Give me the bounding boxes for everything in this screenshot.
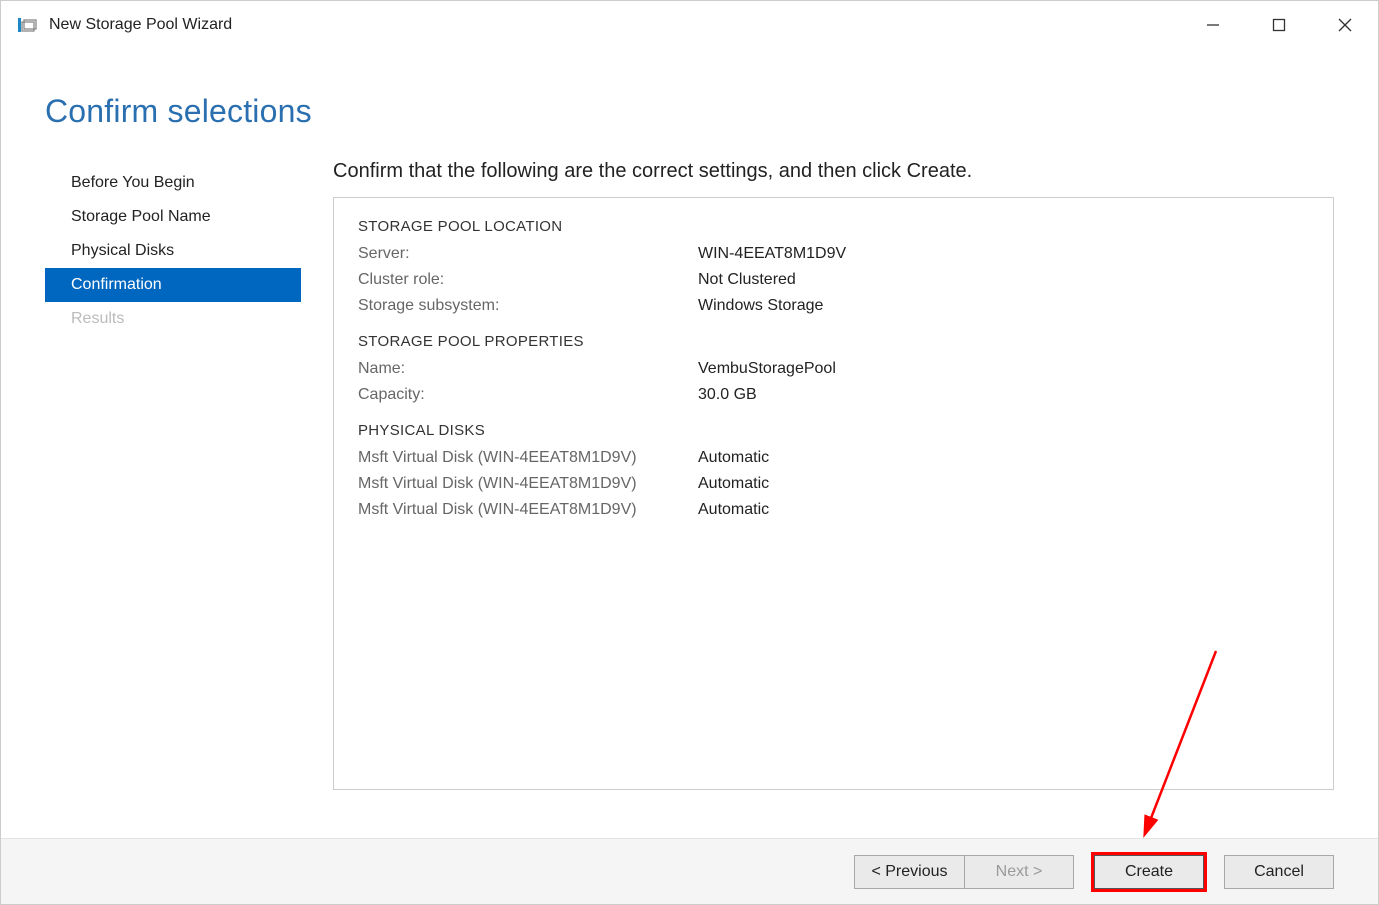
step-results: Results — [45, 302, 301, 336]
label-server: Server: — [358, 245, 698, 263]
row-disk: Msft Virtual Disk (WIN-4EEAT8M1D9V) Auto… — [358, 475, 1309, 493]
label-name: Name: — [358, 360, 698, 378]
section-header-location: STORAGE POOL LOCATION — [358, 218, 1309, 235]
section-header-properties: STORAGE POOL PROPERTIES — [358, 333, 1309, 350]
maximize-button[interactable] — [1246, 1, 1312, 49]
label-storage-subsystem: Storage subsystem: — [358, 297, 698, 315]
prev-next-group: < Previous Next > — [854, 855, 1074, 889]
wizard-footer: < Previous Next > Create Cancel — [1, 838, 1378, 904]
section-header-physical-disks: PHYSICAL DISKS — [358, 422, 1309, 439]
cancel-button[interactable]: Cancel — [1224, 855, 1334, 889]
row-cluster-role: Cluster role: Not Clustered — [358, 271, 1309, 289]
value-cluster-role: Not Clustered — [698, 271, 796, 289]
step-before-you-begin[interactable]: Before You Begin — [45, 166, 301, 200]
row-name: Name: VembuStoragePool — [358, 360, 1309, 378]
step-physical-disks[interactable]: Physical Disks — [45, 234, 301, 268]
value-server: WIN-4EEAT8M1D9V — [698, 245, 846, 263]
label-capacity: Capacity: — [358, 386, 698, 404]
value-name: VembuStoragePool — [698, 360, 836, 378]
wizard-steps: Before You Begin Storage Pool Name Physi… — [45, 160, 301, 790]
minimize-button[interactable] — [1180, 1, 1246, 49]
next-button: Next > — [964, 855, 1074, 889]
label-cluster-role: Cluster role: — [358, 271, 698, 289]
window-title: New Storage Pool Wizard — [49, 16, 232, 34]
row-disk: Msft Virtual Disk (WIN-4EEAT8M1D9V) Auto… — [358, 501, 1309, 519]
label-disk: Msft Virtual Disk (WIN-4EEAT8M1D9V) — [358, 475, 698, 493]
instruction-text: Confirm that the following are the corre… — [333, 160, 1334, 183]
value-storage-subsystem: Windows Storage — [698, 297, 823, 315]
create-button[interactable]: Create — [1094, 855, 1204, 889]
previous-button[interactable]: < Previous — [854, 855, 964, 889]
titlebar: New Storage Pool Wizard — [1, 1, 1378, 49]
value-disk: Automatic — [698, 475, 769, 493]
label-disk: Msft Virtual Disk (WIN-4EEAT8M1D9V) — [358, 501, 698, 519]
label-disk: Msft Virtual Disk (WIN-4EEAT8M1D9V) — [358, 449, 698, 467]
value-disk: Automatic — [698, 501, 769, 519]
window-controls — [1180, 1, 1378, 49]
step-storage-pool-name[interactable]: Storage Pool Name — [45, 200, 301, 234]
close-button[interactable] — [1312, 1, 1378, 49]
row-capacity: Capacity: 30.0 GB — [358, 386, 1309, 404]
content-panel: Confirm that the following are the corre… — [301, 160, 1334, 790]
value-capacity: 30.0 GB — [698, 386, 757, 404]
row-disk: Msft Virtual Disk (WIN-4EEAT8M1D9V) Auto… — [358, 449, 1309, 467]
settings-box: STORAGE POOL LOCATION Server: WIN-4EEAT8… — [333, 197, 1334, 790]
step-confirmation[interactable]: Confirmation — [45, 268, 301, 302]
row-server: Server: WIN-4EEAT8M1D9V — [358, 245, 1309, 263]
page-heading: Confirm selections — [1, 49, 1378, 160]
page-title: Confirm selections — [45, 93, 1378, 130]
wizard-body: Before You Begin Storage Pool Name Physi… — [1, 160, 1378, 790]
value-disk: Automatic — [698, 449, 769, 467]
row-storage-subsystem: Storage subsystem: Windows Storage — [358, 297, 1309, 315]
app-icon — [17, 14, 39, 36]
